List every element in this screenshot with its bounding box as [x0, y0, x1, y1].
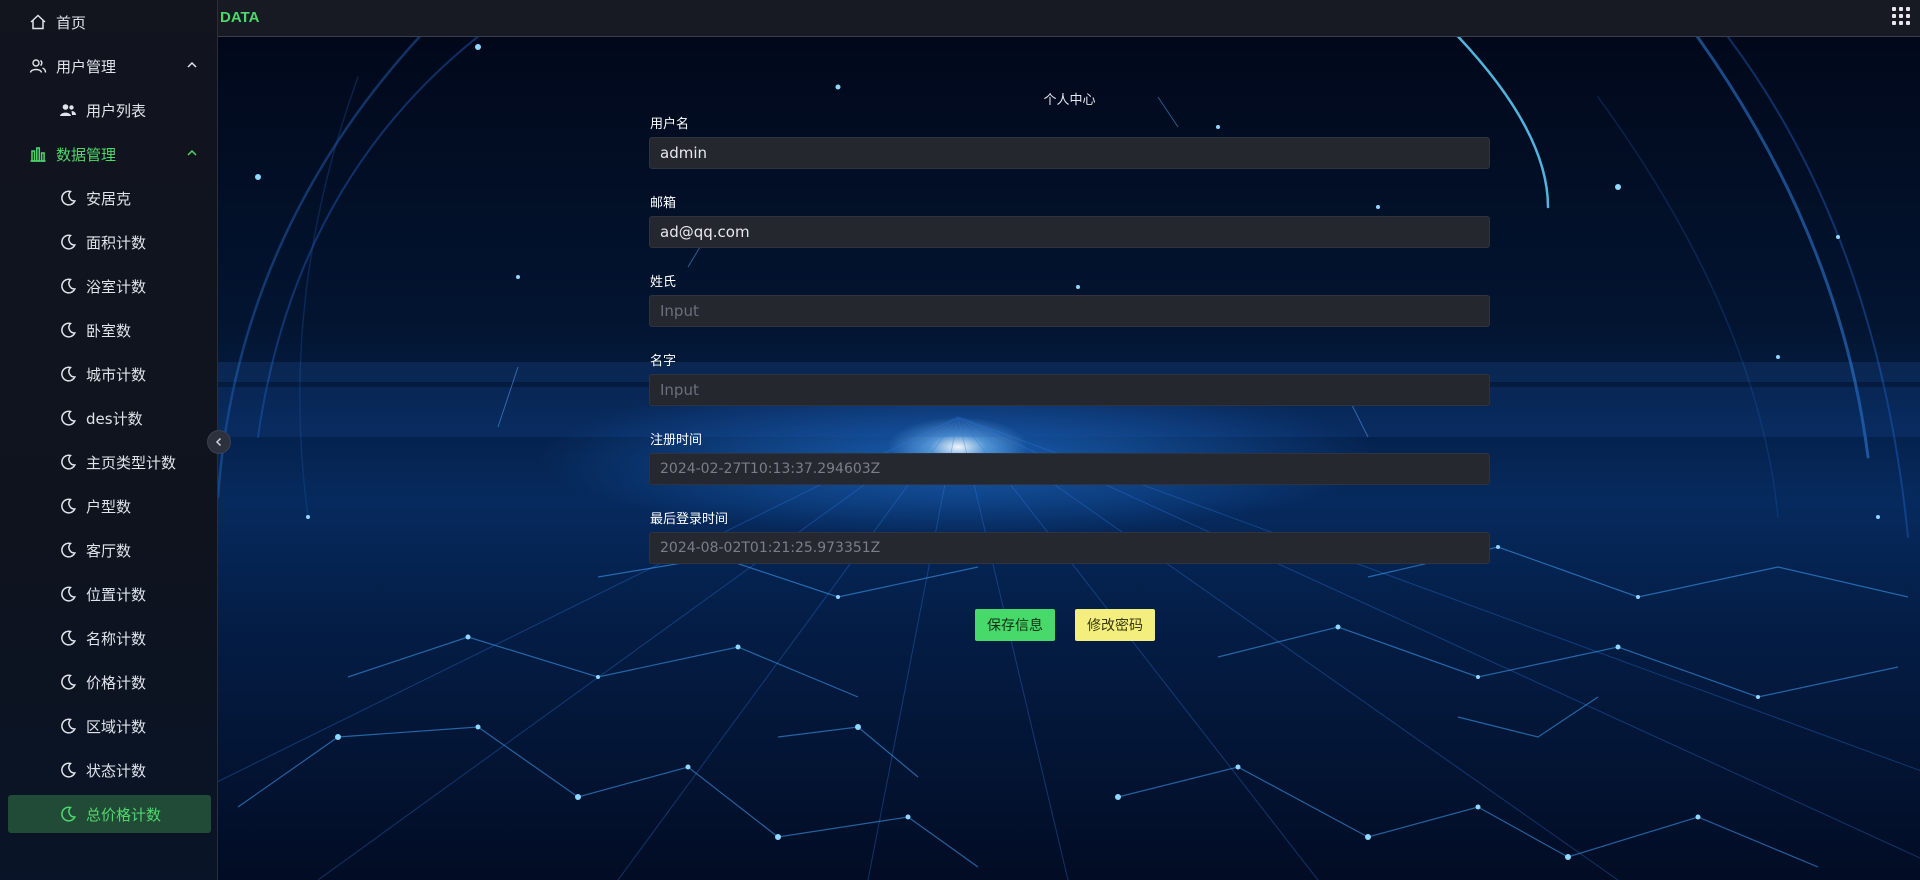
- chevron-left-icon: [215, 437, 222, 447]
- sidebar-item-label: 状态计数: [86, 761, 147, 780]
- moon-icon: [58, 628, 78, 648]
- moon-icon: [58, 364, 78, 384]
- email-label: 邮箱: [650, 196, 677, 211]
- moon-icon: [58, 540, 78, 560]
- sidebar-item-data-10[interactable]: 名称计数: [0, 616, 217, 660]
- username-input[interactable]: [649, 137, 1490, 169]
- sidebar-item-data-5[interactable]: des计数: [0, 396, 217, 440]
- last-login-input: [649, 532, 1490, 564]
- chevron-up-icon: [187, 61, 197, 68]
- sidebar-item-label: 城市计数: [86, 365, 147, 384]
- sidebar-item-home[interactable]: 首页: [0, 0, 217, 44]
- last-name-field-group: 姓氏: [649, 274, 1490, 327]
- users-icon: [28, 56, 48, 76]
- sidebar: 首页 用户管理 用户列表 数据管理 安居克 面积计数 浴室计数 卧室数 城市计数…: [0, 0, 231, 880]
- form-actions: 保存信息 修改密码: [975, 609, 1155, 641]
- moon-icon: [58, 672, 78, 692]
- sidebar-group-label: 数据管理: [56, 145, 117, 164]
- sidebar-item-label: 用户列表: [86, 101, 147, 120]
- sidebar-item-label: 总价格计数: [86, 805, 162, 824]
- sidebar-collapse-button[interactable]: [207, 430, 231, 454]
- moon-icon: [58, 276, 78, 296]
- top-header: DATA: [218, 0, 1920, 37]
- save-info-button[interactable]: 保存信息: [975, 609, 1055, 641]
- sidebar-item-data-1[interactable]: 面积计数: [0, 220, 217, 264]
- email-input[interactable]: [649, 216, 1490, 248]
- sidebar-item-data-11[interactable]: 价格计数: [0, 660, 217, 704]
- sidebar-menu: 首页 用户管理 用户列表 数据管理: [0, 0, 217, 176]
- username-field-group: 用户名: [649, 116, 1490, 169]
- username-label: 用户名: [650, 117, 690, 132]
- moon-icon: [58, 408, 78, 428]
- sidebar-item-data-12[interactable]: 区域计数: [0, 704, 217, 748]
- sidebar-item-data-3[interactable]: 卧室数: [0, 308, 217, 352]
- moon-icon: [58, 804, 78, 824]
- sidebar-item-label: 区域计数: [86, 717, 147, 736]
- sidebar-item-data-4[interactable]: 城市计数: [0, 352, 217, 396]
- moon-icon: [58, 496, 78, 516]
- user-list-icon: [58, 100, 78, 120]
- profile-form: 个人中心 用户名 邮箱 姓氏 名字 注册时间 最后登录时间: [649, 90, 1490, 590]
- sidebar-item-data-2[interactable]: 浴室计数: [0, 264, 217, 308]
- sidebar-item-label: 浴室计数: [86, 277, 147, 296]
- moon-icon: [58, 716, 78, 736]
- moon-icon: [58, 188, 78, 208]
- data-management-submenu: 安居克面积计数浴室计数卧室数城市计数 des计数主页类型计数 户型数客厅数位置计数名…: [0, 176, 217, 836]
- sidebar-item-label: des计数: [86, 409, 143, 428]
- home-icon: [28, 12, 48, 32]
- sidebar-item-label: 名称计数: [86, 629, 147, 648]
- sidebar-group-data-management[interactable]: 数据管理: [0, 132, 217, 176]
- moon-icon: [58, 232, 78, 252]
- last-name-input[interactable]: [649, 295, 1490, 327]
- sidebar-item-label: 卧室数: [86, 321, 132, 340]
- first-name-field-group: 名字: [649, 353, 1490, 406]
- first-name-input[interactable]: [649, 374, 1490, 406]
- sidebar-item-user-list[interactable]: 用户列表: [0, 88, 217, 132]
- page-title: 个人中心: [1043, 93, 1096, 108]
- sidebar-group-label: 用户管理: [56, 57, 117, 76]
- sidebar-item-label: 主页类型计数: [86, 453, 177, 472]
- moon-icon: [58, 760, 78, 780]
- register-time-input: [649, 453, 1490, 485]
- sidebar-item-label: 位置计数: [86, 585, 147, 604]
- app-root: DATA 首页 用户管理 用户列表 数据管理 安居克 面积计数 浴室计数 卧室数…: [0, 0, 1920, 880]
- change-password-button[interactable]: 修改密码: [1075, 609, 1155, 641]
- last-login-field-group: 最后登录时间: [649, 511, 1490, 564]
- sidebar-item-data-13[interactable]: 状态计数: [0, 748, 217, 792]
- sidebar-item-data-0[interactable]: 安居克: [0, 176, 217, 220]
- brand-logo-text[interactable]: DATA: [220, 9, 259, 26]
- grid-icon[interactable]: [1892, 7, 1910, 25]
- sidebar-item-label: 客厅数: [86, 541, 132, 560]
- first-name-label: 名字: [650, 354, 677, 369]
- sidebar-item-label: 户型数: [86, 497, 132, 516]
- sidebar-item-label: 价格计数: [86, 673, 147, 692]
- moon-icon: [58, 452, 78, 472]
- register-time-label: 注册时间: [650, 433, 703, 448]
- chevron-up-icon: [187, 149, 197, 156]
- sidebar-group-user-management[interactable]: 用户管理: [0, 44, 217, 88]
- bar-chart-icon: [28, 144, 48, 164]
- last-name-label: 姓氏: [650, 275, 677, 290]
- moon-icon: [58, 320, 78, 340]
- email-field-group: 邮箱: [649, 195, 1490, 248]
- sidebar-item-label: 安居克: [86, 189, 132, 208]
- moon-icon: [58, 584, 78, 604]
- sidebar-item-label: 首页: [56, 13, 87, 32]
- sidebar-item-data-7[interactable]: 户型数: [0, 484, 217, 528]
- register-time-field-group: 注册时间: [649, 432, 1490, 485]
- sidebar-item-label: 面积计数: [86, 233, 147, 252]
- sidebar-item-data-9[interactable]: 位置计数: [0, 572, 217, 616]
- sidebar-item-data-14[interactable]: 总价格计数: [0, 792, 217, 836]
- last-login-label: 最后登录时间: [650, 512, 729, 527]
- sidebar-item-data-6[interactable]: 主页类型计数: [0, 440, 217, 484]
- sidebar-item-data-8[interactable]: 客厅数: [0, 528, 217, 572]
